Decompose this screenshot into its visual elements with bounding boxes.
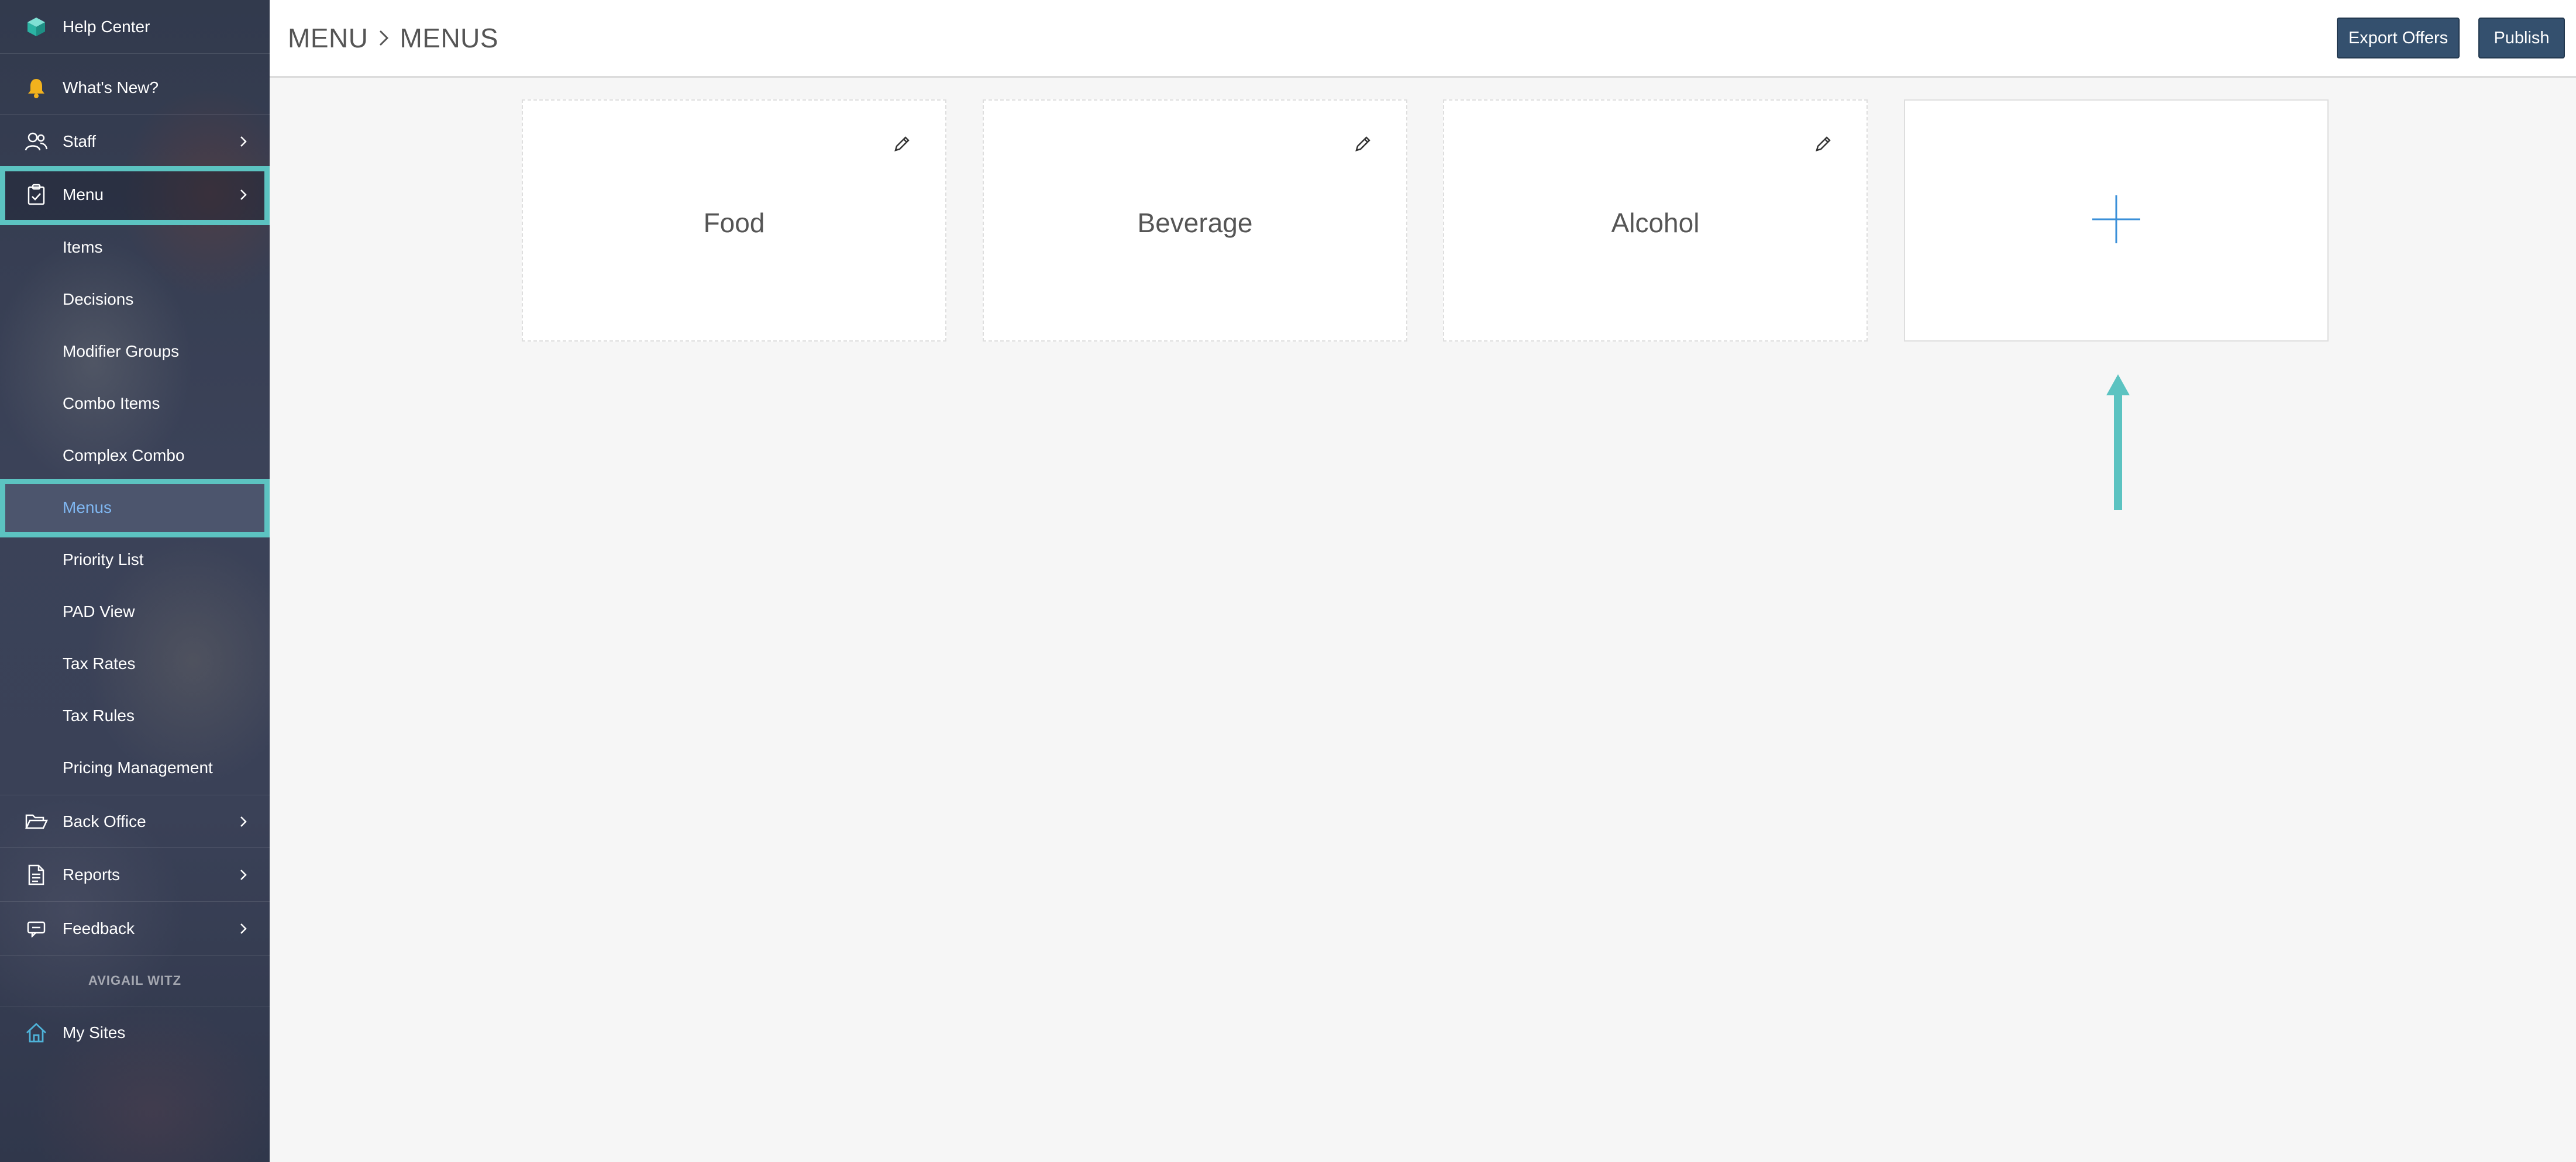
home-icon [25, 1021, 48, 1044]
chevron-right-icon [237, 922, 250, 935]
menu-card-title: Beverage [1137, 208, 1253, 238]
bell-icon [25, 76, 48, 99]
menu-card-food[interactable]: Food [522, 99, 946, 342]
sidebar-item-label: Back Office [63, 812, 146, 830]
sidebar-subitem-label: Tax Rates [63, 654, 136, 673]
breadcrumb-item-menus: MENUS [400, 23, 499, 53]
sidebar-item-label: Menu [63, 185, 104, 204]
sidebar-item-whats-new[interactable]: What's New? [0, 61, 270, 115]
sidebar-subitem-label: Pricing Management [63, 758, 213, 777]
sidebar-subitem-label: Items [63, 237, 103, 256]
chevron-right-icon [237, 868, 250, 881]
pencil-icon[interactable] [889, 131, 915, 157]
sidebar-subitem-label: PAD View [63, 602, 135, 620]
sidebar-subitem-label: Decisions [63, 289, 134, 308]
add-menu-card[interactable] [1904, 99, 2329, 342]
sidebar-item-label: Feedback [63, 919, 135, 937]
sidebar-subitem-label: Combo Items [63, 394, 160, 412]
arrow-up-icon [2103, 372, 2133, 515]
export-offers-button[interactable]: Export Offers [2337, 18, 2460, 58]
sidebar-item-help-center[interactable]: Help Center [0, 0, 270, 54]
sidebar-item-label: What's New? [63, 78, 159, 96]
sidebar-subitem-menus[interactable]: Menus [0, 481, 270, 533]
sidebar-subitem-decisions[interactable]: Decisions [0, 273, 270, 325]
chevron-right-icon [237, 135, 250, 148]
sidebar-item-menu[interactable]: Menu [0, 168, 270, 221]
sidebar-item-label: Staff [63, 132, 97, 150]
folder-open-icon [25, 810, 48, 833]
publish-button[interactable]: Publish [2478, 18, 2565, 58]
sidebar-item-label: Help Center [63, 17, 150, 36]
sidebar-subitem-modifier-groups[interactable]: Modifier Groups [0, 325, 270, 377]
sidebar-item-staff[interactable]: Staff [0, 115, 270, 168]
sidebar: Help Center What's New? Staff Menu Items… [0, 0, 270, 1162]
sidebar-subitem-complex-combo[interactable]: Complex Combo [0, 429, 270, 481]
feedback-icon [25, 917, 48, 940]
sidebar-item-back-office[interactable]: Back Office [0, 795, 270, 848]
menu-card-title: Alcohol [1611, 208, 1700, 238]
breadcrumb: MENU MENUS [288, 22, 498, 54]
sidebar-subitem-label: Priority List [63, 550, 144, 568]
sidebar-item-reports[interactable]: Reports [0, 848, 270, 902]
users-icon [25, 130, 48, 153]
sidebar-subitem-pad-view[interactable]: PAD View [0, 585, 270, 637]
sidebar-subitem-label: Tax Rules [63, 706, 135, 725]
sidebar-item-feedback[interactable]: Feedback [0, 902, 270, 955]
clipboard-icon [25, 183, 48, 206]
menu-card-title: Food [703, 208, 765, 238]
sidebar-subitem-pricing-management[interactable]: Pricing Management [0, 742, 270, 794]
pencil-icon[interactable] [1810, 131, 1836, 157]
sidebar-subitem-label: Complex Combo [63, 446, 185, 464]
sidebar-subitem-items[interactable]: Items [0, 221, 270, 273]
sidebar-subitem-tax-rules[interactable]: Tax Rules [0, 689, 270, 742]
cube-icon [25, 15, 48, 39]
document-icon [25, 863, 48, 887]
sidebar-subitem-label: Menus [63, 498, 112, 516]
top-header: MENU MENUS Export Offers Publish [270, 0, 2576, 78]
sidebar-subitem-label: Modifier Groups [63, 342, 180, 360]
menu-card-beverage[interactable]: Beverage [983, 99, 1407, 342]
sidebar-item-my-sites[interactable]: My Sites [0, 1006, 270, 1059]
sidebar-subitem-priority-list[interactable]: Priority List [0, 533, 270, 585]
plus-icon [2091, 194, 2141, 247]
pencil-icon[interactable] [1350, 131, 1376, 157]
chevron-right-icon [237, 188, 250, 201]
sidebar-item-label: My Sites [63, 1023, 126, 1042]
chevron-right-icon [378, 29, 389, 47]
sidebar-item-label: Reports [63, 865, 120, 884]
chevron-right-icon [237, 815, 250, 828]
user-name: AVIGAIL WITZ [0, 955, 270, 1006]
breadcrumb-item-menu[interactable]: MENU [288, 22, 368, 54]
sidebar-subitem-tax-rates[interactable]: Tax Rates [0, 637, 270, 689]
sidebar-subitem-combo-items[interactable]: Combo Items [0, 377, 270, 429]
menu-card-alcohol[interactable]: Alcohol [1443, 99, 1868, 342]
